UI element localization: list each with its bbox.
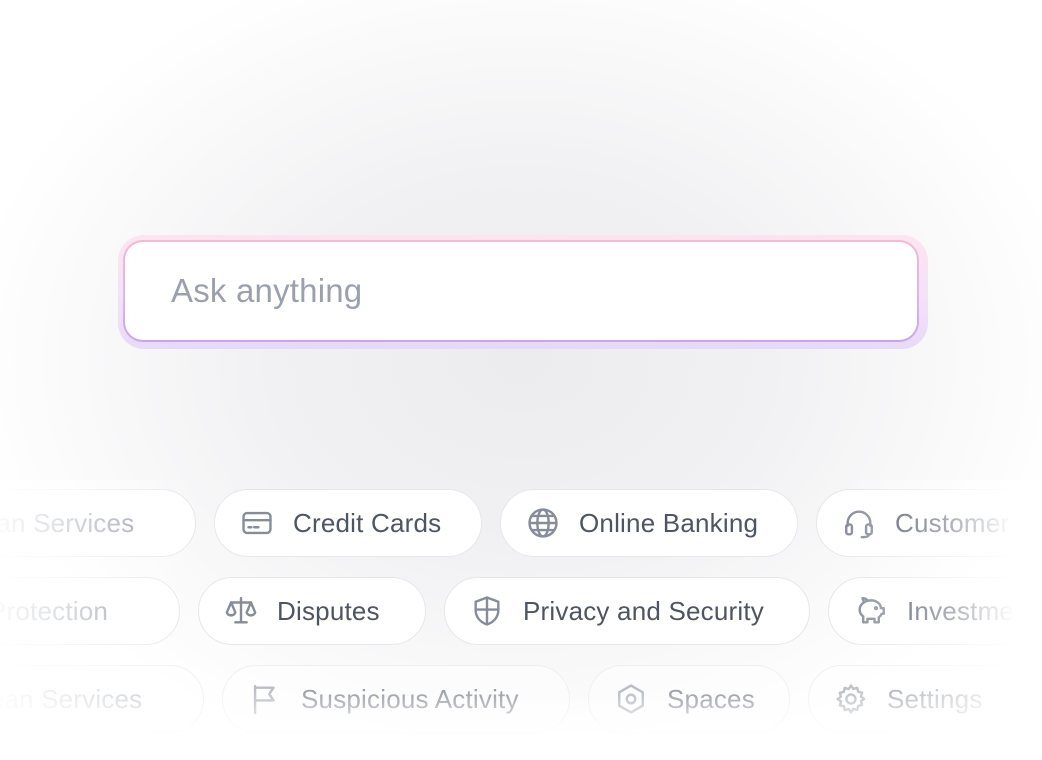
scale-icon xyxy=(223,593,259,629)
chip-suspicious-activity[interactable]: Suspicious Activity xyxy=(222,665,570,733)
chip-label: Protection xyxy=(0,595,109,626)
gear-icon xyxy=(833,681,869,717)
chip-spaces[interactable]: Spaces xyxy=(588,665,790,733)
chip-label: Spaces xyxy=(667,683,755,714)
chip-label: Suspicious Activity xyxy=(301,683,519,714)
chip-row-3: Loan Services Suspicious Activity Spaces… xyxy=(0,665,1042,735)
chip-label: Loan Services xyxy=(0,683,143,714)
hexagon-icon xyxy=(613,681,649,717)
chip-protection[interactable]: Protection xyxy=(0,577,180,645)
chip-credit-cards[interactable]: Credit Cards xyxy=(214,489,482,557)
headset-icon xyxy=(841,505,877,541)
chip-label: Credit Cards xyxy=(293,507,442,538)
chip-customer[interactable]: Customer xyxy=(816,489,1042,557)
page-background: Loan Services Credit Cards Online Bankin… xyxy=(0,0,1042,760)
chip-label: Settings xyxy=(887,683,983,714)
chip-privacy-and-security[interactable]: Privacy and Security xyxy=(444,577,810,645)
chip-label: Loan Services xyxy=(0,507,135,538)
suggestion-chips: Loan Services Credit Cards Online Bankin… xyxy=(0,480,1042,760)
chip-loan-services-2[interactable]: Loan Services xyxy=(0,665,204,733)
chip-label: Customer xyxy=(895,507,1010,538)
search-box[interactable] xyxy=(123,240,919,342)
chip-row-2: Protection Disputes Privacy and Security… xyxy=(0,577,1042,647)
chip-online-banking[interactable]: Online Banking xyxy=(500,489,798,557)
flag-icon xyxy=(247,681,283,717)
chip-label: Privacy and Security xyxy=(523,595,764,626)
chip-row-1: Loan Services Credit Cards Online Bankin… xyxy=(0,489,1042,559)
search-input[interactable] xyxy=(125,242,917,340)
chip-label: Online Banking xyxy=(579,507,759,538)
shield-icon xyxy=(469,593,505,629)
chip-label: Disputes xyxy=(277,595,380,626)
chip-investments[interactable]: Investments xyxy=(828,577,1042,645)
piggy-bank-icon xyxy=(853,593,889,629)
chip-label: Investments xyxy=(907,595,1042,626)
credit-card-icon xyxy=(239,505,275,541)
chip-loan-services[interactable]: Loan Services xyxy=(0,489,196,557)
chip-disputes[interactable]: Disputes xyxy=(198,577,426,645)
chip-settings[interactable]: Settings xyxy=(808,665,1036,733)
globe-icon xyxy=(525,505,561,541)
